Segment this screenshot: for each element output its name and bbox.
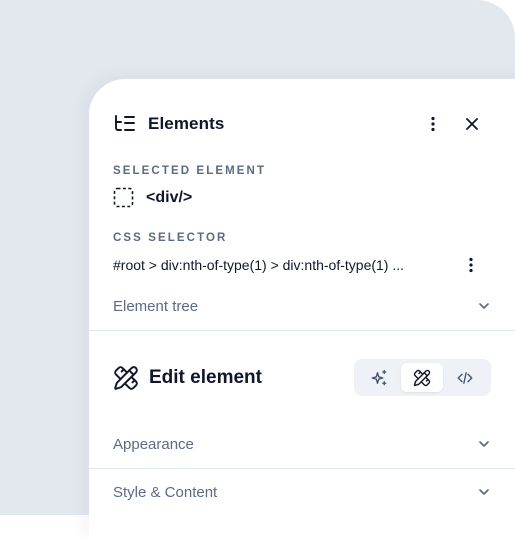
edit-element-header: Edit element (113, 365, 262, 391)
code-mode-button[interactable] (444, 363, 486, 392)
element-tree-toggle[interactable]: Element tree (89, 282, 515, 330)
appearance-toggle[interactable]: Appearance (89, 420, 515, 468)
chevron-down-icon (477, 299, 491, 313)
divider (89, 330, 515, 331)
style-content-toggle[interactable]: Style & Content (89, 468, 515, 516)
edit-mode-switch (354, 359, 491, 396)
code-icon (456, 369, 474, 387)
panel-title: Elements (148, 114, 225, 133)
more-vertical-icon[interactable] (421, 112, 445, 136)
more-vertical-icon[interactable] (459, 253, 483, 277)
edit-element-title: Edit element (149, 367, 262, 388)
css-selector-row: #root > div:nth-of-type(1) > div:nth-of-… (113, 253, 483, 277)
chevron-down-icon (477, 485, 491, 499)
dashed-square-icon (113, 187, 134, 208)
element-tree-label: Element tree (113, 297, 199, 315)
pencil-ruler-icon (113, 365, 139, 391)
selected-element: <div/> (113, 187, 192, 208)
style-content-label: Style & Content (113, 483, 218, 501)
selected-element-tag: <div/> (146, 188, 193, 206)
elements-panel: Elements SELECTED ELEMENT <div/> CSS SEL… (89, 79, 515, 539)
ai-mode-button[interactable] (358, 363, 400, 392)
appearance-label: Appearance (113, 435, 194, 453)
chevron-down-icon (477, 437, 491, 451)
css-selector-label: CSS SELECTOR (113, 232, 228, 244)
panel-header-actions (421, 112, 484, 136)
close-icon[interactable] (460, 112, 484, 136)
sparkles-icon (370, 369, 388, 387)
pencil-ruler-icon (413, 369, 431, 387)
tree-list-icon (113, 112, 137, 136)
css-selector-value[interactable]: #root > div:nth-of-type(1) > div:nth-of-… (113, 257, 404, 273)
design-mode-button[interactable] (401, 363, 443, 392)
selected-element-label: SELECTED ELEMENT (113, 165, 267, 177)
